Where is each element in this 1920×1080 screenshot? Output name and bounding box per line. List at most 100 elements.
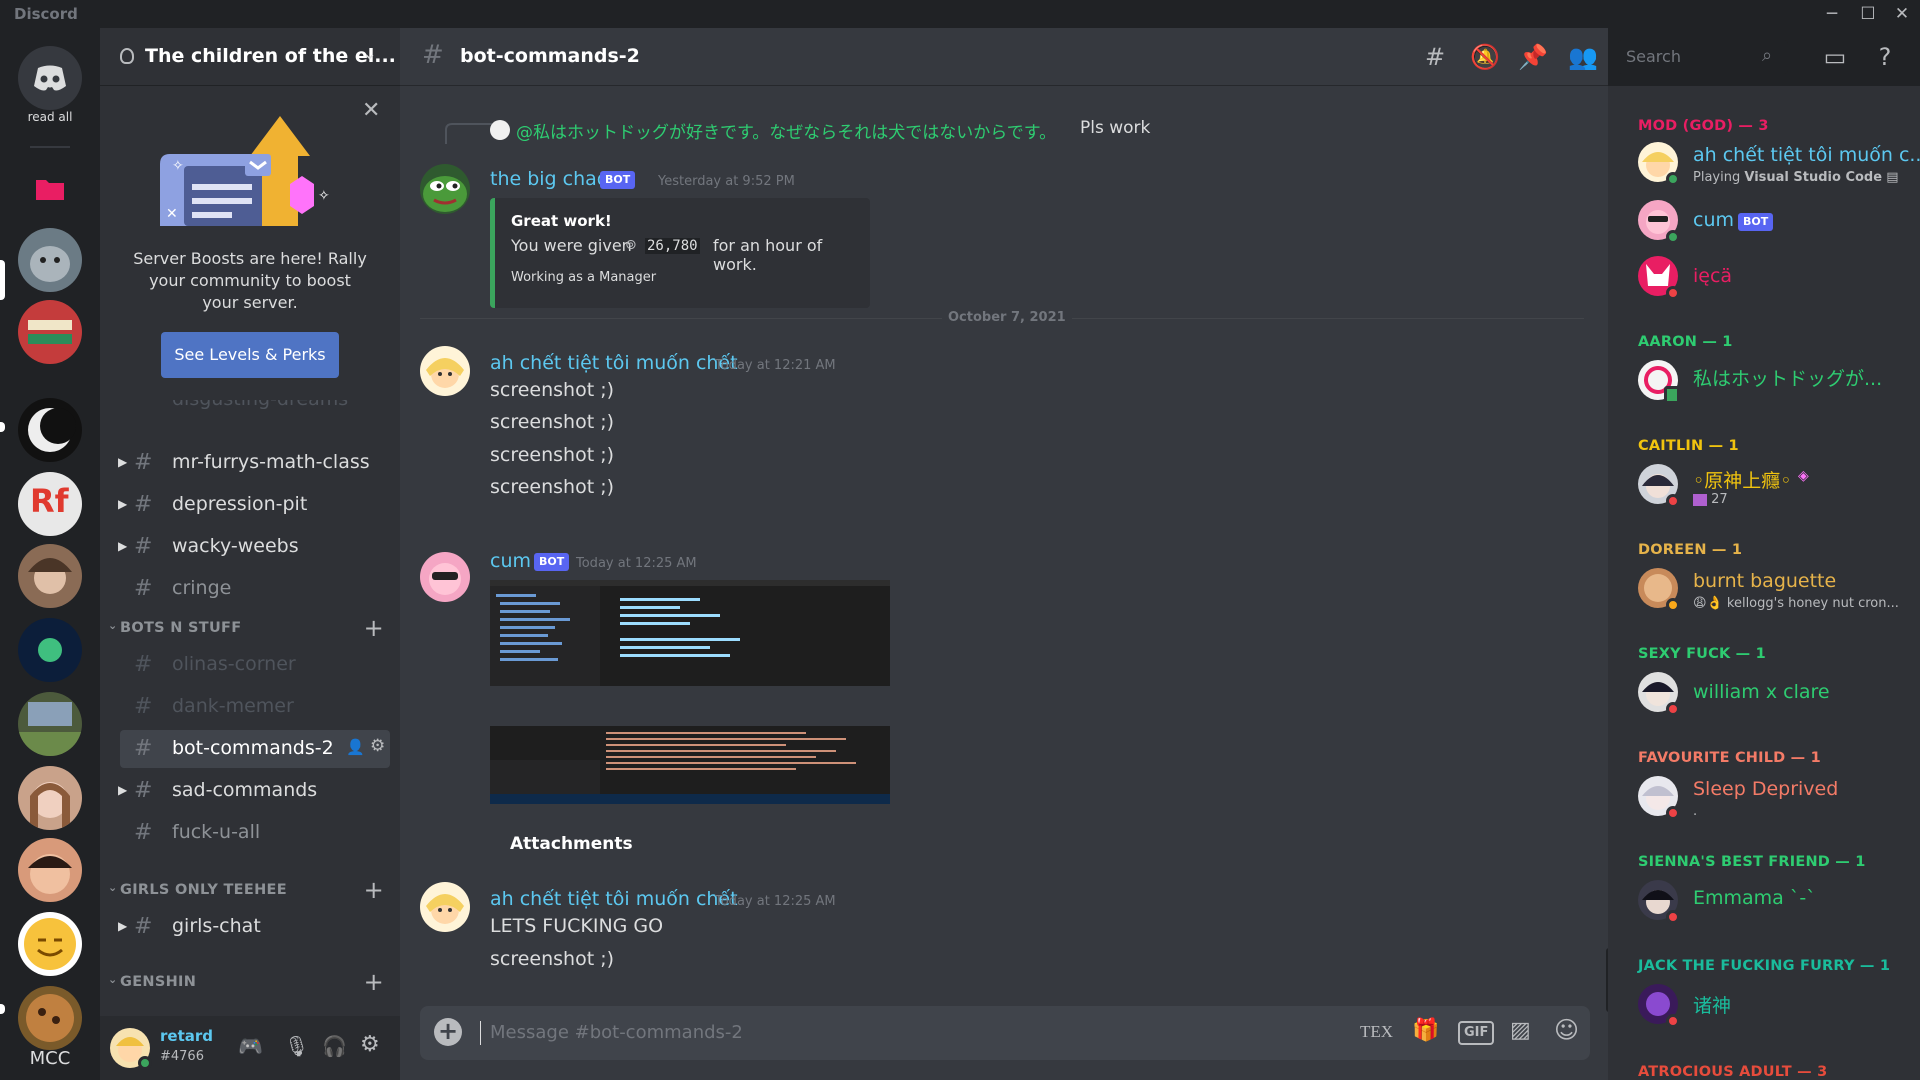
channel-cringe[interactable]: # cringe: [120, 570, 390, 608]
timestamp: Today at 12:25 AM: [576, 556, 697, 571]
inbox-icon[interactable]: ▭: [1820, 42, 1850, 72]
emoji-icon[interactable]: ☺: [1554, 1016, 1579, 1044]
member-name: Emmama `-`: [1693, 887, 1816, 909]
avatar[interactable]: [420, 882, 470, 932]
avatar[interactable]: [420, 346, 470, 396]
avatar[interactable]: [420, 164, 470, 214]
text-cursor: [480, 1021, 481, 1045]
channel-disgusting-dreams[interactable]: disgusting-dreams: [120, 400, 390, 416]
channel-wacky-weebs[interactable]: ▶ # wacky-weebs: [118, 528, 390, 566]
activity-text: 27: [1711, 492, 1728, 507]
hash-icon: #: [134, 652, 153, 677]
channel-olinas-corner[interactable]: # olinas-corner: [120, 646, 390, 684]
member-item[interactable]: Emmama `-`: [1638, 878, 1908, 928]
category-girls-only[interactable]: ⌄ GIRLS ONLY TEEHEE +: [108, 876, 398, 904]
guild-elephant[interactable]: [18, 228, 82, 292]
headphones-icon[interactable]: 🎧: [322, 1034, 347, 1058]
tex-button[interactable]: TEX: [1360, 1022, 1393, 1042]
guild-cookie[interactable]: [18, 986, 82, 1050]
activity-prefix: Playing: [1693, 170, 1745, 185]
guild-rf[interactable]: Rf: [18, 472, 82, 536]
member-item[interactable]: cum BOT: [1638, 198, 1908, 248]
user-settings-gear-icon[interactable]: ⚙: [360, 1032, 380, 1057]
server-header[interactable]: The children of the el... ⌄: [100, 28, 400, 86]
category-bots-n-stuff[interactable]: ⌄ BOTS N STUFF +: [108, 614, 398, 642]
add-channel-icon[interactable]: +: [364, 614, 384, 642]
gift-icon[interactable]: 🎁: [1412, 1018, 1439, 1043]
upload-plus-icon[interactable]: +: [434, 1018, 462, 1046]
add-channel-icon[interactable]: +: [364, 968, 384, 996]
message-input[interactable]: Message #bot-commands-2: [490, 1022, 743, 1043]
guild-red[interactable]: [18, 300, 82, 364]
folder-icon[interactable]: [36, 178, 64, 200]
minimize-button[interactable]: ─: [1814, 2, 1850, 26]
gamepad-icon[interactable]: 🎮: [238, 1034, 263, 1058]
boost-illustration: ✧ ✧ ✕: [160, 116, 330, 226]
close-banner-icon[interactable]: ✕: [362, 98, 380, 123]
help-icon[interactable]: ?: [1870, 42, 1900, 72]
member-item[interactable]: 私はホットドッグが...: [1638, 358, 1908, 408]
guild-landscape[interactable]: [18, 692, 82, 756]
channel-depression-pit[interactable]: ▶ # depression-pit: [118, 486, 390, 524]
search-input[interactable]: Search ⌕: [1618, 40, 1788, 74]
close-window-button[interactable]: ✕: [1884, 2, 1920, 26]
channel-title: bot-commands-2: [460, 45, 640, 67]
author-name[interactable]: ah chết tiệt tôi muốn chết: [490, 352, 738, 374]
channel-mr-furrys-math-class[interactable]: ▶ # mr-furrys-math-class: [118, 444, 390, 482]
guild-moon[interactable]: [18, 398, 82, 462]
channel-girls-chat[interactable]: ▶ # girls-chat: [118, 908, 390, 946]
timestamp: Today at 12:25 AM: [715, 894, 836, 909]
guild-emoji[interactable]: [18, 912, 82, 976]
read-all-button[interactable]: read all: [0, 110, 100, 124]
member-activity: .: [1693, 804, 1698, 819]
avatar[interactable]: [420, 552, 470, 602]
channel-bot-commands-2[interactable]: # bot-commands-2 👤 ⚙: [120, 730, 390, 768]
role-header: SIENNA'S BEST FRIEND — 1: [1638, 854, 1866, 870]
threads-icon[interactable]: #: [1420, 42, 1450, 72]
rich-presence-icon: ▤: [1886, 170, 1899, 185]
svg-text:✧: ✧: [318, 188, 330, 204]
home-button[interactable]: [18, 46, 82, 110]
message-line: screenshot ;): [490, 948, 615, 970]
guild-portrait-2[interactable]: [18, 766, 82, 830]
member-item[interactable]: burnt baguette 😩👌 kellogg's honey nut cr…: [1638, 566, 1908, 616]
role-header: JACK THE FUCKING FURRY — 1: [1638, 958, 1891, 974]
member-item[interactable]: ◦原神上癮◦ ◈ 27: [1638, 462, 1908, 512]
member-item[interactable]: 诸神: [1638, 982, 1908, 1032]
boost-banner: ✕ ✧ ✧ ✕ Server Boosts are here! Rally your…: [100, 86, 400, 432]
see-levels-button[interactable]: See Levels & Perks: [161, 332, 339, 378]
maximize-button[interactable]: ☐: [1850, 2, 1886, 26]
status-online-icon: [138, 1056, 152, 1070]
member-item[interactable]: ięcä: [1638, 254, 1908, 304]
channel-fuck-u-all[interactable]: # fuck-u-all: [120, 814, 390, 852]
mute-bell-icon[interactable]: 🔕: [1470, 42, 1500, 72]
add-channel-icon[interactable]: +: [364, 876, 384, 904]
microphone-icon[interactable]: 🎙: [284, 1034, 309, 1058]
channel-sad-commands[interactable]: ▶ # sad-commands: [118, 772, 390, 810]
member-item[interactable]: william x clare: [1638, 670, 1908, 720]
category-genshin[interactable]: ⌄ GENSHIN +: [108, 968, 398, 996]
member-list-icon[interactable]: 👥: [1568, 42, 1598, 72]
guild-portrait-3[interactable]: [18, 838, 82, 902]
status-emoji-icon: 😩👌: [1693, 596, 1723, 611]
gif-button[interactable]: GIF: [1458, 1021, 1495, 1045]
member-item[interactable]: Sleep Deprived .: [1638, 774, 1908, 824]
author-name[interactable]: ah chết tiệt tôi muốn chết: [490, 888, 738, 910]
guild-planet[interactable]: [18, 618, 82, 682]
hash-icon: #: [134, 576, 153, 601]
author-name[interactable]: cum: [490, 550, 531, 572]
pin-icon[interactable]: 📌: [1518, 42, 1548, 72]
thread-arrow-icon: ▶: [118, 919, 128, 933]
gear-icon[interactable]: ⚙: [370, 736, 385, 756]
channel-dank-memer[interactable]: # dank-memer: [120, 688, 390, 726]
member-activity: 27: [1693, 492, 1728, 507]
screenshot-attachment[interactable]: [490, 580, 890, 804]
reply-text: Pls work: [1080, 118, 1151, 138]
status-dnd-icon: [1666, 1014, 1680, 1028]
invite-icon[interactable]: 👤: [346, 738, 365, 756]
sticker-icon[interactable]: ▨: [1510, 1018, 1531, 1043]
reply-reference[interactable]: @私はホットドッグが好きです。なぜならそれは犬ではないからです。: [516, 118, 1056, 143]
member-item[interactable]: ah chết tiệt tôi muốn c... Playing Visua…: [1638, 140, 1920, 190]
author-name[interactable]: the big chad: [490, 168, 609, 190]
guild-portrait-1[interactable]: [18, 544, 82, 608]
